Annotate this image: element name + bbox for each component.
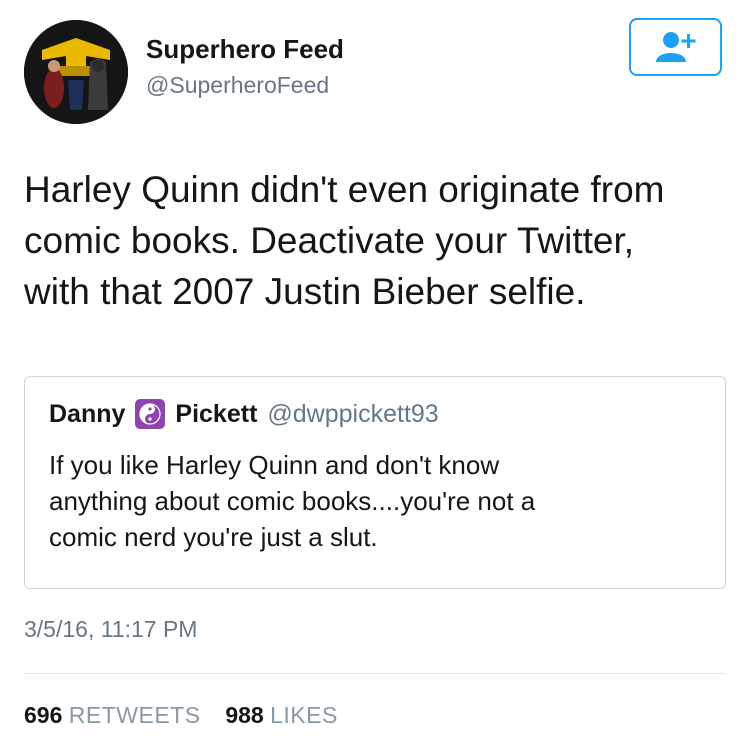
follow-button[interactable]: [629, 18, 722, 76]
quoted-name-first: Danny: [49, 399, 126, 428]
tweet-timestamp: 3/5/16, 11:17 PM: [24, 616, 198, 642]
retweets-label: RETWEETS: [68, 702, 201, 728]
add-user-icon: [655, 32, 695, 62]
likes-count: 988: [225, 702, 264, 728]
quoted-tweet-text: If you like Harley Quinn and don't know …: [49, 450, 536, 552]
user-handle[interactable]: @SuperheroFeed: [146, 72, 329, 99]
likes-label: LIKES: [270, 702, 338, 728]
yin-yang-icon: [135, 399, 166, 429]
retweets-stat[interactable]: 696 RETWEETS: [24, 702, 207, 728]
quoted-handle: @dwppickett93: [267, 399, 439, 428]
likes-stat[interactable]: 988 LIKES: [225, 702, 337, 728]
superhero-feed-logo-icon: [24, 20, 128, 124]
tweet-stats: 696 RETWEETS 988 LIKES: [24, 702, 338, 729]
divider: [24, 673, 726, 674]
quoted-name-last: Pickett: [175, 399, 258, 428]
quoted-tweet-header: Danny Pickett @dwppickett93: [49, 399, 439, 429]
retweets-count: 696: [24, 702, 63, 728]
avatar[interactable]: [24, 20, 128, 124]
display-name[interactable]: Superhero Feed: [146, 34, 344, 65]
quoted-tweet[interactable]: Danny Pickett @dwppickett93 If you like …: [24, 376, 726, 589]
tweet-text: Harley Quinn didn't even originate from …: [24, 169, 665, 312]
